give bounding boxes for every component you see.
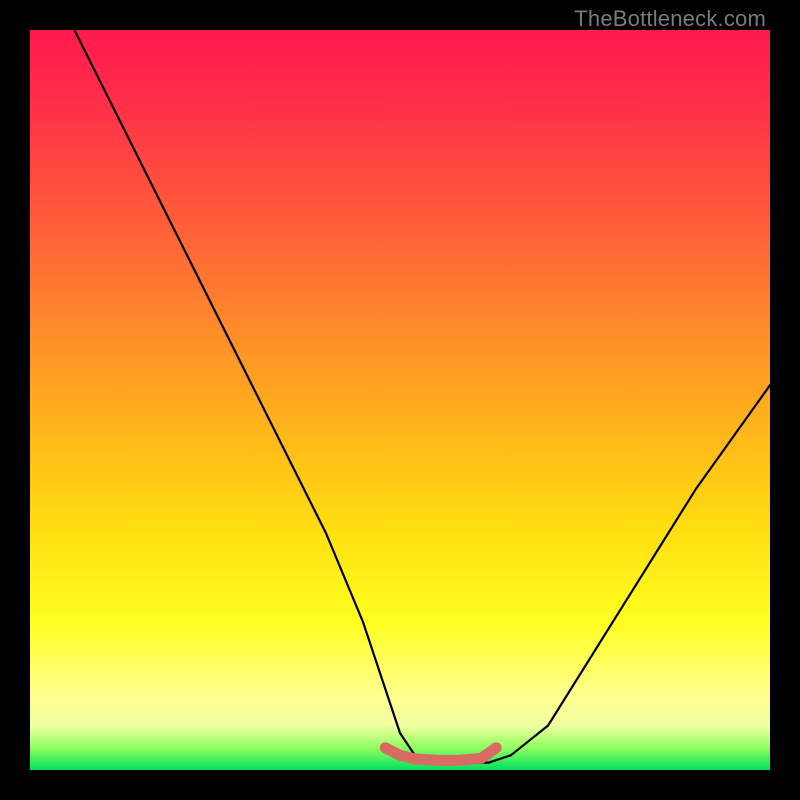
bottleneck-chart [30,30,770,770]
bottleneck-curve-path [74,30,770,763]
watermark-text: TheBottleneck.com [574,6,766,32]
flat-zone-marker-path [385,748,496,761]
